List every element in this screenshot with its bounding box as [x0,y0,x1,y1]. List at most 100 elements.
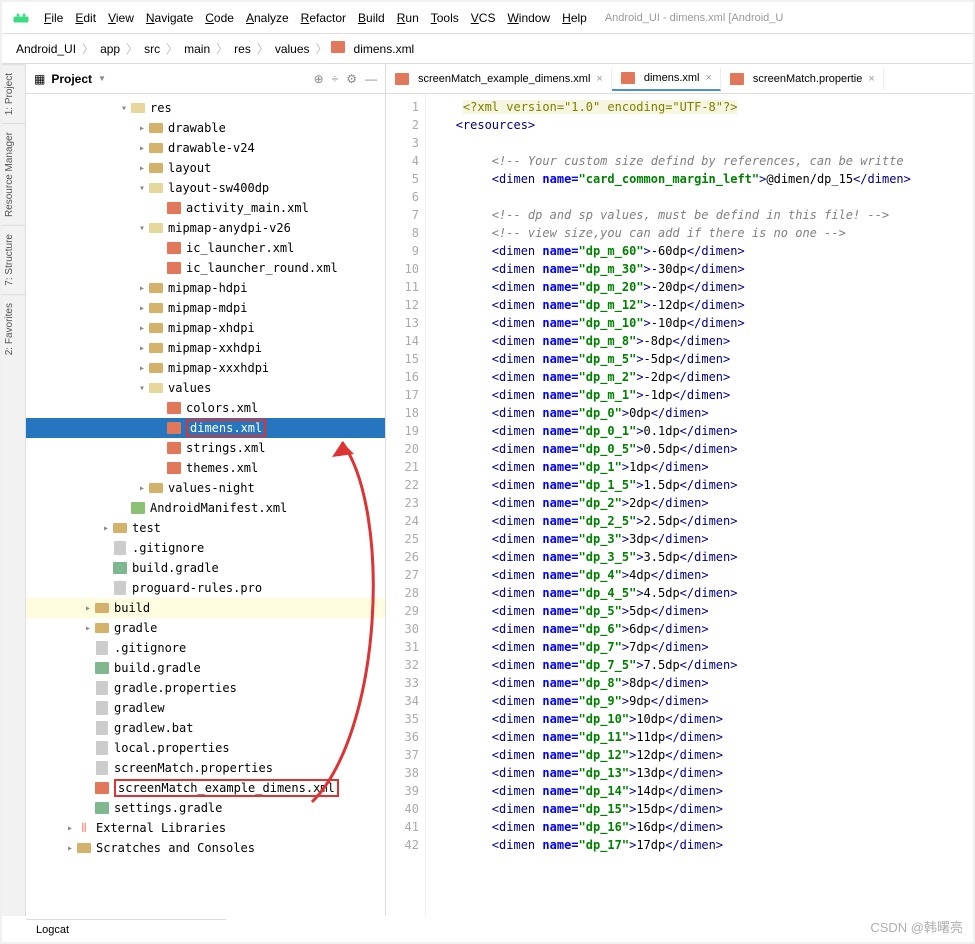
tree-item-res[interactable]: ▾res [26,98,385,118]
tool-tab-logcat[interactable]: Logcat [26,919,226,940]
tree-item-build[interactable]: ▸build [26,598,385,618]
tool-tab-structure[interactable]: 7: Structure [2,225,25,294]
tree-item-gradlew[interactable]: gradlew [26,698,385,718]
folder-icon [148,141,164,155]
folder-open-icon [130,101,146,115]
file-icon [94,741,110,755]
menu-help[interactable]: Help [556,9,593,27]
tree-item-test[interactable]: ▸test [26,518,385,538]
folder-icon [148,161,164,175]
tree-item-External-Libraries[interactable]: ▸⫴External Libraries [26,818,385,838]
tree-item-gradle[interactable]: ▸gradle [26,618,385,638]
close-icon[interactable]: × [868,73,874,85]
window-context: Android_UI - dimens.xml [Android_U [605,12,784,24]
hide-icon[interactable]: — [365,72,377,86]
close-icon[interactable]: × [705,72,711,84]
mf-icon [130,501,146,515]
locate-icon[interactable]: ⊕ [314,72,324,86]
close-icon[interactable]: × [596,73,602,85]
tab-screenMatch_example_dimens-xml[interactable]: screenMatch_example_dimens.xml× [386,68,612,90]
menu-run[interactable]: Run [391,9,425,27]
tree-item-layout-sw400dp[interactable]: ▾layout-sw400dp [26,178,385,198]
tool-tab-project[interactable]: 1: Project [2,64,25,123]
tree-item-gradlew-bat[interactable]: gradlew.bat [26,718,385,738]
tree-item-screenMatch-properties[interactable]: screenMatch.properties [26,758,385,778]
project-tree[interactable]: ▾res▸drawable▸drawable-v24▸layout▾layout… [26,94,385,916]
panel-title: Project [51,72,92,86]
folder-icon [148,321,164,335]
file-icon [94,761,110,775]
tree-item-ic_launcher_round-xml[interactable]: ic_launcher_round.xml [26,258,385,278]
tree-item-Scratches-and-Consoles[interactable]: ▸Scratches and Consoles [26,838,385,858]
tree-item-strings-xml[interactable]: strings.xml [26,438,385,458]
tree-item-colors-xml[interactable]: colors.xml [26,398,385,418]
tree-item-mipmap-xxhdpi[interactable]: ▸mipmap-xxhdpi [26,338,385,358]
folder-icon [94,601,110,615]
tree-item-build-gradle[interactable]: build.gradle [26,658,385,678]
menu-analyze[interactable]: Analyze [240,9,295,27]
menu-vcs[interactable]: VCS [465,9,502,27]
tree-item-values-night[interactable]: ▸values-night [26,478,385,498]
tree-item-build-gradle[interactable]: build.gradle [26,558,385,578]
crumb-res[interactable]: res [230,40,255,58]
tab-screenMatch-propertie[interactable]: screenMatch.propertie× [721,68,884,90]
tree-item-drawable-v24[interactable]: ▸drawable-v24 [26,138,385,158]
tree-item-local-properties[interactable]: local.properties [26,738,385,758]
menu-window[interactable]: Window [501,9,556,27]
tree-item-layout[interactable]: ▸layout [26,158,385,178]
tree-item-AndroidManifest-xml[interactable]: AndroidManifest.xml [26,498,385,518]
xml-icon [166,241,182,255]
folder-icon [148,281,164,295]
breadcrumb: Android_UI〉app〉src〉main〉res〉values〉dimen… [2,34,973,64]
folder-icon [148,121,164,135]
crumb-src[interactable]: src [140,40,164,58]
file-icon [94,701,110,715]
tab-dimens-xml[interactable]: dimens.xml× [612,67,721,91]
tree-item--gitignore[interactable]: .gitignore [26,538,385,558]
crumb-dimens-xml[interactable]: dimens.xml [350,40,419,58]
tree-item-mipmap-hdpi[interactable]: ▸mipmap-hdpi [26,278,385,298]
folder-open-icon [148,181,164,195]
tree-item-proguard-rules-pro[interactable]: proguard-rules.pro [26,578,385,598]
tree-item-values[interactable]: ▾values [26,378,385,398]
menu-navigate[interactable]: Navigate [140,9,199,27]
folder-open-icon [148,381,164,395]
crumb-app[interactable]: app [96,40,124,58]
dropdown-icon[interactable]: ▼ [98,74,106,83]
editor-area: screenMatch_example_dimens.xml×dimens.xm… [386,64,973,916]
crumb-Android_UI[interactable]: Android_UI [12,40,80,58]
folder-icon [148,341,164,355]
tool-tab-resource-manager[interactable]: Resource Manager [2,123,25,225]
tree-item-dimens-xml[interactable]: dimens.xml [26,418,385,438]
tree-item-activity_main-xml[interactable]: activity_main.xml [26,198,385,218]
xml-icon [166,401,182,415]
gradle-icon [94,661,110,675]
tree-item--gitignore[interactable]: .gitignore [26,638,385,658]
menu-edit[interactable]: Edit [69,9,102,27]
tree-item-drawable[interactable]: ▸drawable [26,118,385,138]
tree-item-settings-gradle[interactable]: settings.gradle [26,798,385,818]
menu-file[interactable]: File [38,9,69,27]
tree-item-mipmap-mdpi[interactable]: ▸mipmap-mdpi [26,298,385,318]
menu-refactor[interactable]: Refactor [295,9,352,27]
tree-item-mipmap-anydpi-v26[interactable]: ▾mipmap-anydpi-v26 [26,218,385,238]
menu-view[interactable]: View [102,9,140,27]
tree-item-mipmap-xxxhdpi[interactable]: ▸mipmap-xxxhdpi [26,358,385,378]
code-editor[interactable]: <?xml version="1.0" encoding="UTF-8"?> <… [426,94,973,916]
tool-tab-favorites[interactable]: 2: Favorites [2,294,25,363]
menu-build[interactable]: Build [352,9,391,27]
crumb-values[interactable]: values [271,40,314,58]
crumb-main[interactable]: main [180,40,214,58]
menu-code[interactable]: Code [199,9,240,27]
tree-item-ic_launcher-xml[interactable]: ic_launcher.xml [26,238,385,258]
collapse-icon[interactable]: ÷ [332,72,339,86]
tree-item-gradle-properties[interactable]: gradle.properties [26,678,385,698]
gear-icon[interactable]: ⚙ [346,72,357,86]
menu-tools[interactable]: Tools [425,9,465,27]
folder-icon [148,361,164,375]
xml-icon [166,201,182,215]
xml-icon [94,781,110,795]
tree-item-screenMatch_example_dimens-xml[interactable]: screenMatch_example_dimens.xml [26,778,385,798]
tree-item-themes-xml[interactable]: themes.xml [26,458,385,478]
tree-item-mipmap-xhdpi[interactable]: ▸mipmap-xhdpi [26,318,385,338]
